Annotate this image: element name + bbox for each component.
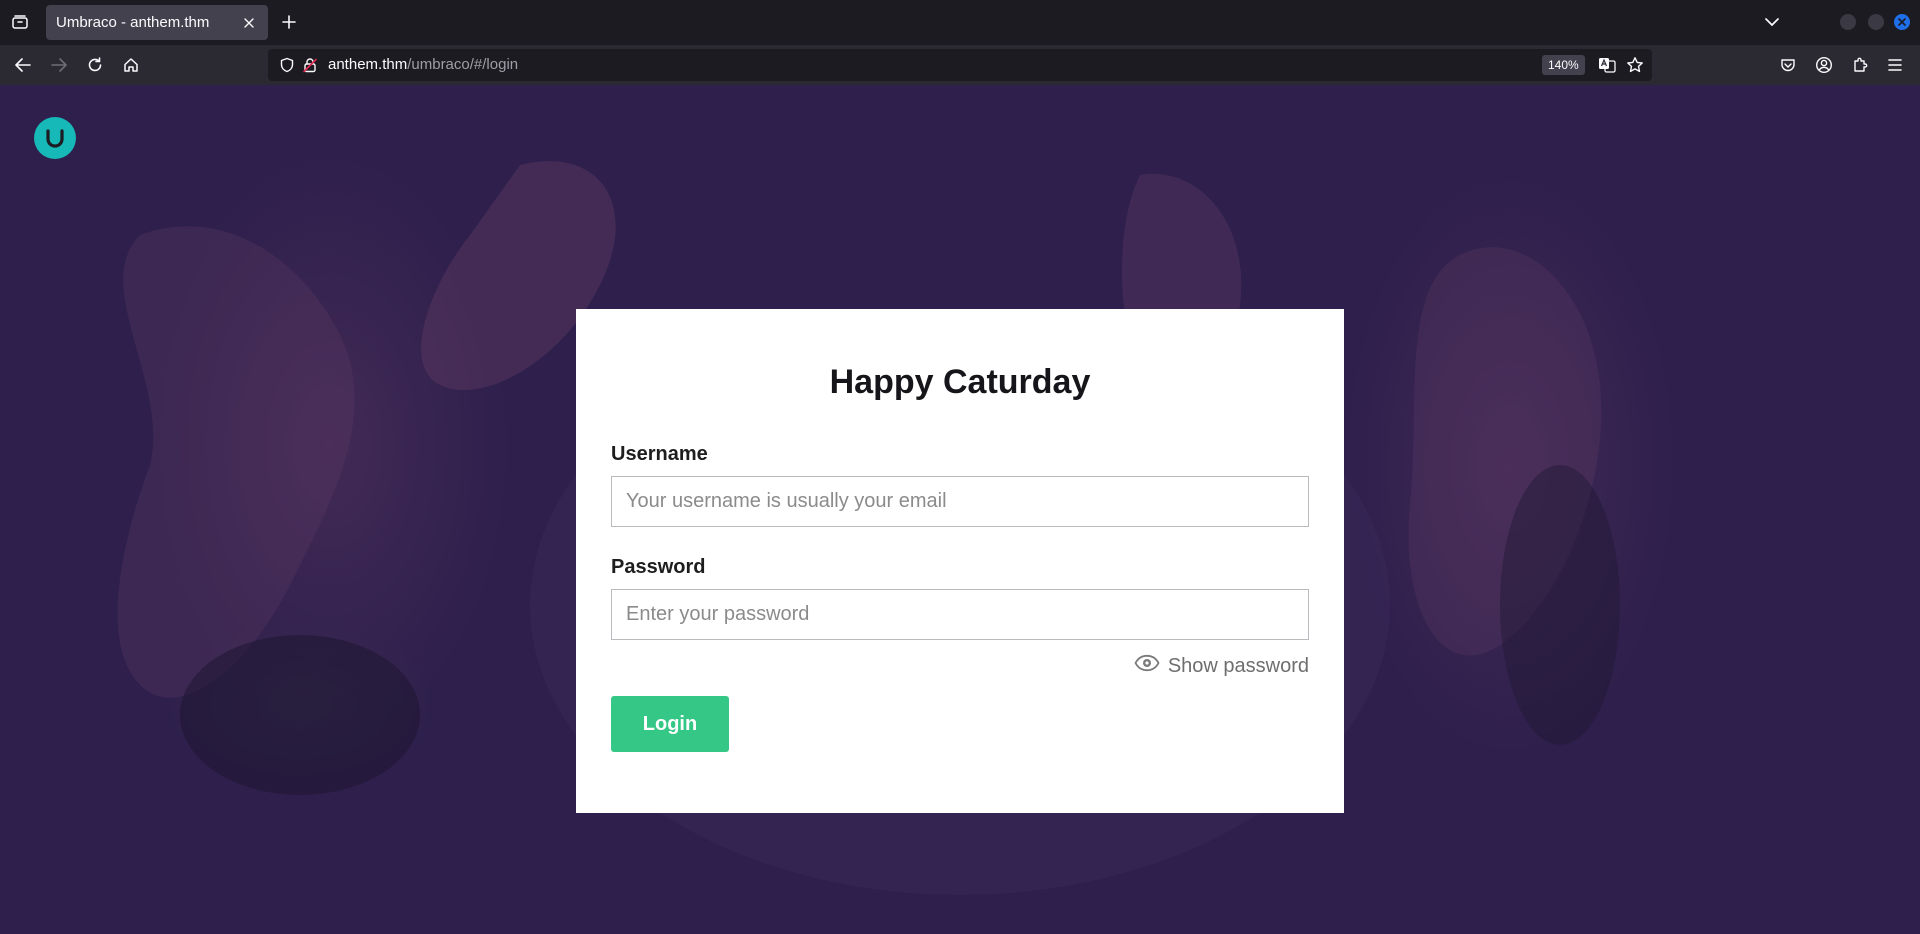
back-arrow-icon[interactable] <box>12 54 34 76</box>
password-label: Password <box>611 556 706 578</box>
account-icon[interactable] <box>1813 54 1835 76</box>
pocket-icon[interactable] <box>1777 54 1799 76</box>
username-label: Username <box>611 443 708 465</box>
close-tab-icon[interactable] <box>240 14 258 32</box>
show-password-toggle[interactable]: Show password <box>1134 654 1309 678</box>
show-password-label: Show password <box>1167 654 1309 677</box>
login-button[interactable]: Login <box>611 696 729 752</box>
window-maximize-button[interactable] <box>1868 14 1884 30</box>
window-close-button[interactable] <box>1894 14 1910 30</box>
home-icon[interactable] <box>120 54 142 76</box>
window-minimize-button[interactable] <box>1840 14 1856 30</box>
bookmark-star-icon[interactable] <box>1626 56 1644 74</box>
zoom-level-badge[interactable]: 140% <box>1542 55 1585 75</box>
shield-icon[interactable] <box>279 57 295 73</box>
close-icon <box>1898 18 1906 26</box>
browser-tab-active[interactable]: Umbraco - anthem.thm <box>46 5 268 40</box>
navigation-toolbar: anthem.thm/umbraco/#/login 140% <box>0 45 1920 85</box>
reload-icon[interactable] <box>84 54 106 76</box>
tab-strip: Umbraco - anthem.thm <box>0 0 1920 45</box>
insecure-lock-icon[interactable] <box>302 57 318 73</box>
hamburger-menu-icon[interactable] <box>1884 54 1906 76</box>
login-heading: Happy Caturday <box>829 363 1091 401</box>
umbraco-logo-icon[interactable] <box>34 117 76 159</box>
tab-list-icon[interactable] <box>10 12 30 32</box>
extensions-puzzle-icon[interactable] <box>1849 54 1871 76</box>
url-path: /umbraco/#/login <box>407 56 519 73</box>
username-input[interactable] <box>611 476 1309 527</box>
url-host: anthem.thm <box>328 56 408 73</box>
address-bar[interactable]: anthem.thm/umbraco/#/login 140% <box>268 49 1652 81</box>
chevron-down-icon[interactable] <box>1763 13 1781 31</box>
password-input[interactable] <box>611 589 1309 640</box>
translate-icon[interactable] <box>1598 56 1616 74</box>
url-text[interactable]: anthem.thm/umbraco/#/login <box>328 56 518 73</box>
eye-icon <box>1134 654 1160 678</box>
forward-arrow-icon[interactable] <box>48 54 70 76</box>
login-form: Happy Caturday Username Password Show pa… <box>576 309 1344 813</box>
new-tab-plus-icon[interactable] <box>279 12 299 32</box>
tab-title: Umbraco - anthem.thm <box>56 14 210 31</box>
login-page: Happy Caturday Username Password Show pa… <box>0 85 1920 934</box>
